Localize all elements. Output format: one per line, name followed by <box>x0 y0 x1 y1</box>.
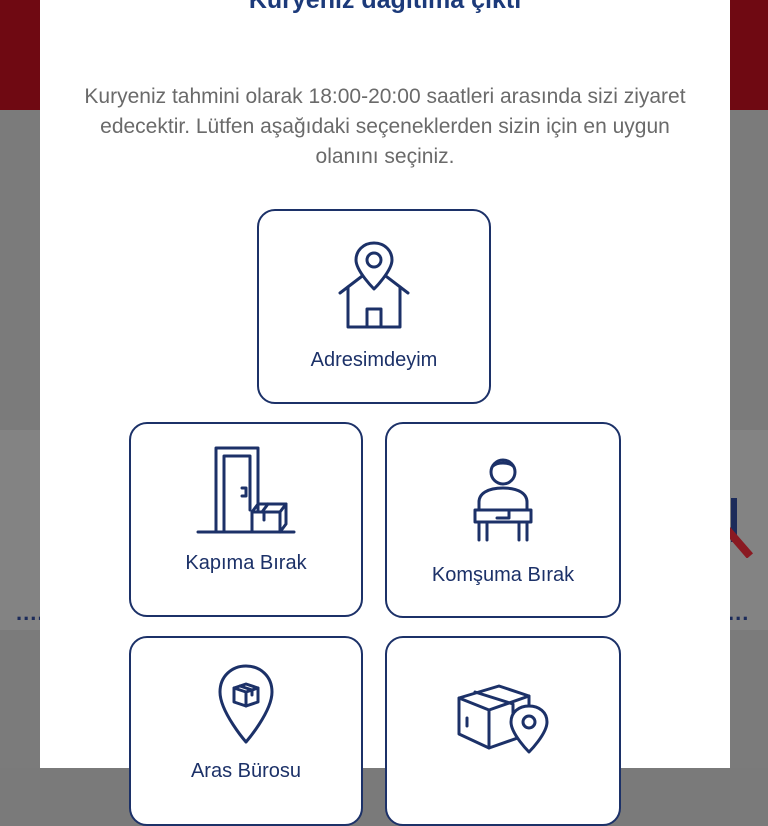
dialog-title: Kuryeniz dağıtıma çıktı <box>248 0 522 14</box>
option-leave-at-door[interactable]: Kapıma Bırak <box>129 422 363 617</box>
door-package-icon <box>196 442 296 538</box>
option-aras-branch[interactable]: Aras Bürosu <box>129 636 363 826</box>
background-dots-right: ... <box>728 600 750 625</box>
option-label: Adresimdeyim <box>310 349 438 371</box>
option-leave-with-neighbor[interactable]: Komşuma Bırak <box>385 422 621 618</box>
package-location-icon <box>455 678 551 754</box>
dialog-description: Kuryeniz tahmini olarak 18:00-20:00 saat… <box>84 85 686 168</box>
option-package-location[interactable] <box>385 636 621 826</box>
option-label: Kapıma Bırak <box>185 552 307 574</box>
option-label: Komşuma Bırak <box>431 564 575 586</box>
delivery-options-dialog: Kuryeniz dağıtıma çıktı Kuryeniz tahmini… <box>40 0 730 826</box>
option-label: Aras Bürosu <box>190 760 302 782</box>
house-location-icon <box>334 239 414 331</box>
option-at-my-address[interactable]: Adresimdeyim <box>257 209 491 404</box>
neighbor-package-icon <box>471 456 535 544</box>
branch-location-icon <box>216 662 276 746</box>
